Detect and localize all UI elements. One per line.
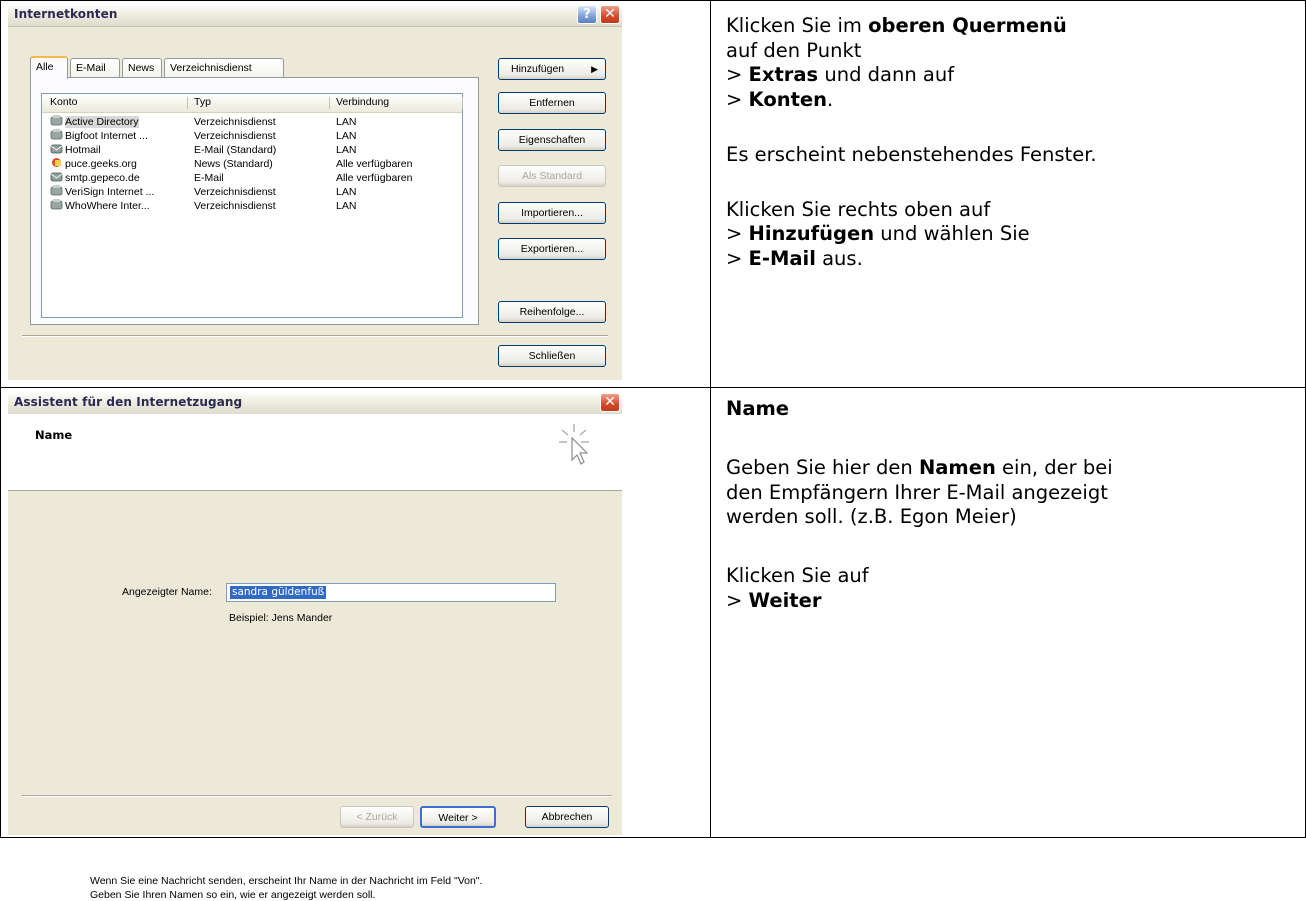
list-item[interactable]: Bigfoot Internet ... Verzeichnisdienst L… — [42, 129, 462, 143]
list-item[interactable]: Active Directory Verzeichnisdienst LAN — [42, 115, 462, 129]
tab-news[interactable]: News — [122, 58, 162, 78]
instructions-step-2: Name Geben Sie hier den Namen ein, der b… — [726, 397, 1113, 612]
add-button[interactable]: Hinzufügen ▶ — [498, 58, 606, 80]
wizard-description-line2: Geben Sie Ihren Namen so ein, wie er ang… — [90, 889, 376, 901]
directory-icon — [50, 185, 63, 196]
news-icon — [52, 158, 61, 167]
next-button[interactable]: Weiter > — [420, 806, 496, 828]
list-item[interactable]: WhoWhere Inter... Verzeichnisdienst LAN — [42, 199, 462, 213]
column-header-verbindung[interactable]: Verbindung — [336, 96, 389, 108]
cursor-click-icon — [559, 424, 589, 465]
example-hint: Beispiel: Jens Mander — [229, 612, 333, 624]
list-item[interactable]: puce.geeks.org News (Standard) Alle verf… — [42, 157, 462, 171]
column-header-konto[interactable]: Konto — [50, 96, 77, 108]
display-name-value: sandra güldenfuß — [230, 586, 327, 599]
help-icon[interactable]: ? — [577, 5, 597, 24]
tab-verzeichnisdienst[interactable]: Verzeichnisdienst — [164, 58, 284, 78]
close-button[interactable]: Schließen — [498, 345, 606, 367]
dialog-title: Internetkonten — [14, 7, 118, 21]
internet-accounts-dialog: Internetkonten ? ✕ Alle E-Mail News Verz… — [8, 4, 622, 380]
tab-alle[interactable]: Alle — [30, 56, 68, 79]
instructions-step-1: Klicken Sie im oberen Quermenü auf den P… — [726, 14, 1097, 270]
import-button[interactable]: Importieren... — [498, 202, 606, 224]
title-bar: Assistent für den Internetzugang ✕ — [8, 392, 622, 415]
column-header-typ[interactable]: Typ — [194, 96, 211, 108]
wizard-description-line1: Wenn Sie eine Nachricht senden, erschein… — [90, 875, 483, 887]
list-header: Konto Typ Verbindung — [42, 94, 463, 113]
directory-icon — [50, 199, 63, 210]
title-bar: Internetkonten ? ✕ — [8, 4, 622, 27]
dialog-title: Assistent für den Internetzugang — [14, 395, 243, 409]
cancel-button[interactable]: Abbrechen — [525, 806, 609, 828]
properties-button[interactable]: Eigenschaften — [498, 129, 606, 151]
back-button[interactable]: < Zurück — [340, 806, 414, 828]
list-item[interactable]: smtp.gepeco.de E-Mail Alle verfügbaren — [42, 171, 462, 185]
row-divider — [0, 387, 1306, 388]
display-name-input[interactable]: sandra güldenfuß — [226, 583, 556, 602]
accounts-list[interactable]: Konto Typ Verbindung Active Directory Ve… — [41, 93, 463, 318]
list-item[interactable]: VeriSign Internet ... Verzeichnisdienst … — [42, 185, 462, 199]
set-default-button[interactable]: Als Standard — [498, 165, 606, 187]
wizard-header: Name — [8, 414, 622, 491]
column-divider — [710, 0, 711, 838]
triangle-right-icon: ▶ — [591, 64, 598, 74]
directory-icon — [50, 115, 63, 126]
wizard-step-title: Name — [35, 428, 73, 442]
directory-icon — [50, 129, 63, 140]
close-icon[interactable]: ✕ — [600, 5, 620, 24]
order-button[interactable]: Reihenfolge... — [498, 301, 606, 323]
close-icon[interactable]: ✕ — [600, 393, 620, 412]
mail-icon — [50, 172, 63, 182]
display-name-label: Angezeigter Name: — [122, 586, 212, 598]
remove-button[interactable]: Entfernen — [498, 92, 606, 114]
export-button[interactable]: Exportieren... — [498, 238, 606, 260]
list-item[interactable]: Hotmail E-Mail (Standard) LAN — [42, 143, 462, 157]
tab-email[interactable]: E-Mail — [70, 58, 120, 78]
mail-icon — [50, 144, 63, 154]
section-heading: Name — [726, 397, 790, 420]
